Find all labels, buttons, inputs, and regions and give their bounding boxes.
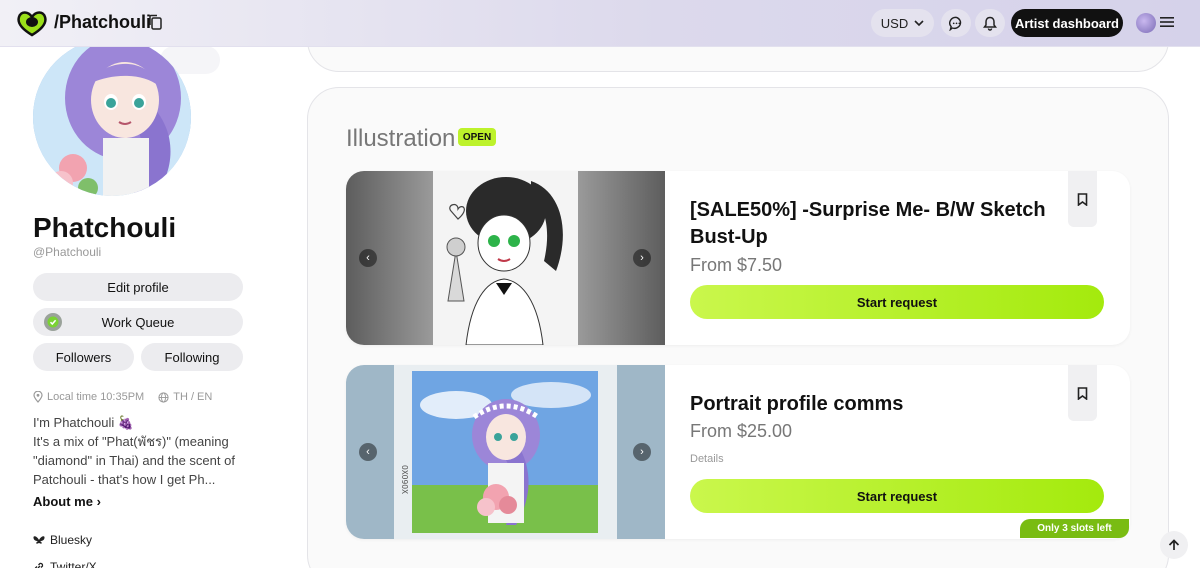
menu-icon[interactable] bbox=[1160, 16, 1174, 28]
bookmark-button[interactable] bbox=[1068, 171, 1097, 227]
profile-username: @Phatchouli bbox=[33, 245, 102, 259]
listing-card[interactable]: ‹ › [SALE50%] -Surprise Me- B/W Sketch B… bbox=[346, 171, 1130, 345]
local-time: Local time 10:35PM bbox=[33, 391, 144, 403]
carousel-next-button[interactable]: › bbox=[633, 249, 651, 267]
edit-profile-button[interactable]: Edit profile bbox=[33, 273, 243, 301]
local-time-label: Local time 10:35PM bbox=[47, 391, 145, 403]
listing-card[interactable]: OXO9OX ‹ › Portrait profile comms From $… bbox=[346, 365, 1130, 539]
bio-line: Patchouli - that's how I get Ph... bbox=[33, 472, 216, 487]
check-circle-icon bbox=[44, 313, 62, 331]
chat-icon bbox=[948, 16, 961, 31]
start-request-button[interactable]: Start request bbox=[690, 479, 1104, 513]
arrow-up-icon bbox=[1168, 539, 1180, 550]
currency-selector[interactable]: USD bbox=[871, 9, 934, 37]
top-navigation-bar: /Phatchouli USD Artist dashboard bbox=[0, 0, 1200, 47]
chevron-down-icon bbox=[914, 20, 924, 27]
notifications-button[interactable] bbox=[975, 9, 1005, 37]
bio-line: "diamond" in Thai) and the scent of bbox=[33, 453, 235, 468]
profile-display-name: Phatchouli bbox=[33, 212, 177, 243]
bell-icon bbox=[983, 16, 997, 31]
avatar-illustration bbox=[33, 38, 191, 196]
profile-meta: Local time 10:35PM TH / EN bbox=[33, 391, 212, 403]
listing-price: From $25.00 bbox=[690, 421, 793, 441]
scroll-to-top-button[interactable] bbox=[1160, 531, 1188, 559]
start-request-button[interactable]: Start request bbox=[690, 285, 1104, 319]
chevron-right-icon: › bbox=[96, 494, 101, 509]
carousel-prev-button[interactable]: ‹ bbox=[359, 443, 377, 461]
bio-line: I'm Phatchouli 🍇 bbox=[33, 415, 135, 430]
listing-image-carousel[interactable]: OXO9OX ‹ › bbox=[346, 365, 665, 539]
listing-image-carousel[interactable]: ‹ › bbox=[346, 171, 665, 345]
copy-icon[interactable] bbox=[148, 14, 162, 30]
carousel-next-button[interactable]: › bbox=[633, 443, 651, 461]
social-link-bluesky[interactable]: Bluesky bbox=[33, 533, 92, 547]
listing-image bbox=[346, 171, 665, 345]
languages: TH / EN bbox=[158, 391, 212, 403]
profile-handle: /Phatchouli bbox=[54, 12, 152, 32]
bio-line: It's a mix of "Phat(พัชร)" (meaning bbox=[33, 434, 229, 449]
brand-logo-icon[interactable] bbox=[16, 9, 48, 37]
location-pin-icon bbox=[33, 391, 43, 403]
social-link-twitter[interactable]: Twitter/X bbox=[33, 560, 97, 568]
carousel-prev-button[interactable]: ‹ bbox=[359, 249, 377, 267]
status-badge: OPEN bbox=[458, 128, 496, 146]
globe-icon bbox=[158, 391, 169, 403]
social-label: Twitter/X bbox=[50, 560, 97, 568]
languages-label: TH / EN bbox=[173, 391, 213, 403]
bookmark-icon bbox=[1077, 386, 1088, 400]
profile-avatar bbox=[33, 38, 191, 196]
listing-details-link[interactable]: Details bbox=[690, 453, 724, 465]
user-avatar[interactable] bbox=[1136, 13, 1156, 33]
artist-dashboard-button[interactable]: Artist dashboard bbox=[1011, 9, 1123, 37]
svg-text:OXO9OX: OXO9OX bbox=[400, 465, 409, 494]
listing-price: From $7.50 bbox=[690, 255, 783, 275]
about-me-label: About me bbox=[33, 494, 93, 509]
profile-bio: I'm Phatchouli 🍇 It's a mix of "Phat(พัช… bbox=[33, 413, 248, 489]
butterfly-icon bbox=[33, 535, 45, 544]
social-label: Bluesky bbox=[50, 533, 93, 547]
slots-remaining-badge: Only 3 slots left bbox=[1020, 519, 1129, 538]
about-me-link[interactable]: About me › bbox=[33, 494, 101, 509]
following-button[interactable]: Following bbox=[141, 343, 243, 371]
listing-title[interactable]: Portrait profile comms bbox=[690, 391, 1060, 418]
section-title: Illustration bbox=[346, 125, 456, 152]
followers-button[interactable]: Followers bbox=[33, 343, 134, 371]
messages-button[interactable] bbox=[941, 9, 971, 37]
listing-image: OXO9OX bbox=[346, 365, 665, 539]
currency-label: USD bbox=[880, 15, 909, 31]
link-icon bbox=[34, 562, 44, 568]
bookmark-button[interactable] bbox=[1068, 365, 1097, 421]
work-queue-button[interactable]: Work Queue bbox=[33, 308, 243, 336]
work-queue-label: Work Queue bbox=[101, 314, 175, 330]
bookmark-icon bbox=[1077, 192, 1088, 206]
listing-title[interactable]: [SALE50%] -Surprise Me- B/W Sketch Bust-… bbox=[690, 197, 1060, 251]
